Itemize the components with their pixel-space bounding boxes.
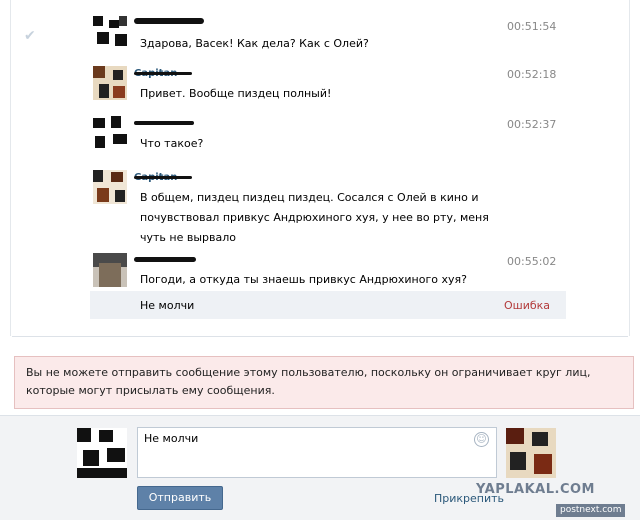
my-avatar[interactable] [77, 428, 127, 478]
message-text: Привет. Вообще пиздец полный! [140, 87, 332, 100]
avatar[interactable] [93, 116, 127, 150]
avatar[interactable] [93, 170, 127, 204]
watermark-source: postnext.com [556, 504, 626, 517]
send-error-status[interactable]: Ошибка [504, 299, 550, 312]
message-text: Что такое? [140, 137, 204, 150]
author-name-strike [134, 176, 192, 179]
message-time: 00:51:54 [507, 20, 557, 33]
avatar[interactable] [93, 253, 127, 287]
message-text: Погоди, а откуда ты знаешь привкус Андрю… [140, 273, 467, 286]
watermark-brand: YAPLAKAL.COM [476, 482, 595, 497]
message-text: В общем, пиздец пиздец пиздец. Сосался с… [140, 191, 489, 244]
dialog-page: ✔ Здарова, Васек! Как дела? Как с Олей? … [0, 0, 640, 520]
avatar[interactable] [93, 66, 127, 100]
dialog-left-border [10, 0, 11, 336]
send-button[interactable]: Отправить [137, 486, 223, 510]
message-time: 00:52:37 [507, 118, 557, 131]
check-icon: ✔ [24, 28, 36, 44]
error-notice-text: Вы не можете отправить сообщение этому п… [26, 366, 591, 397]
author-name-strike [134, 72, 192, 75]
composer: Не молчи ☺ Отправить Прикрепить [0, 415, 640, 520]
author-name-redacted [134, 121, 194, 125]
failed-message-row[interactable]: Не молчи Ошибка [90, 291, 566, 319]
dialog-right-border [629, 0, 630, 336]
author-name-redacted [134, 18, 204, 24]
message-text: Здарова, Васек! Как дела? Как с Олей? [140, 37, 369, 50]
smile-icon[interactable]: ☺ [474, 432, 489, 447]
message-time: 00:55:02 [507, 255, 557, 268]
author-name-redacted [134, 257, 196, 262]
peer-avatar[interactable] [506, 428, 556, 478]
avatar[interactable] [93, 16, 127, 50]
failed-message-text: Не молчи [140, 299, 195, 312]
error-notice: Вы не можете отправить сообщение этому п… [14, 356, 634, 409]
message-time: 00:52:18 [507, 68, 557, 81]
message-input[interactable]: Не молчи [137, 427, 497, 478]
divider [12, 336, 628, 337]
